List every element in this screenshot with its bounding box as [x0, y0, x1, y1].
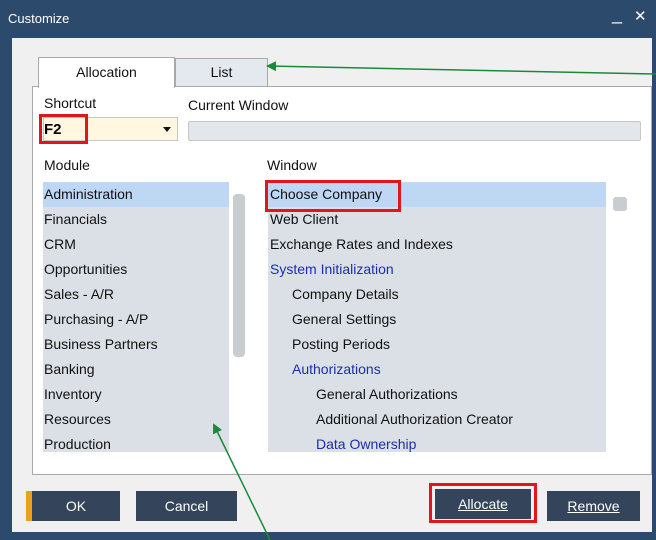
current-window-label: Current Window: [188, 97, 289, 113]
window-item-label: System Initialization: [270, 261, 394, 277]
dialog-client-area: Allocation List Shortcut Current Window …: [12, 38, 656, 532]
module-item[interactable]: Administration: [43, 182, 229, 207]
module-item-label: Production: [44, 436, 111, 452]
tab-allocation[interactable]: Allocation: [38, 57, 175, 88]
window-item[interactable]: Web Client: [268, 207, 606, 232]
window-item-label: Additional Authorization Creator: [316, 411, 513, 427]
window-item[interactable]: Additional Authorization Creator: [268, 407, 606, 432]
window-item[interactable]: System Initialization: [268, 257, 606, 282]
window-item-label: Posting Periods: [292, 336, 391, 352]
allocation-panel: Shortcut Current Window F2 Module Window…: [32, 86, 652, 475]
window-list[interactable]: Choose Company Web Client Exchange Rates…: [268, 182, 606, 452]
window-item[interactable]: Authorizations: [268, 357, 606, 382]
window-item[interactable]: Exchange Rates and Indexes: [268, 232, 606, 257]
current-window-field: [188, 121, 641, 141]
title-bar[interactable]: Customize _ ✕: [0, 0, 656, 38]
chevron-down-icon: [163, 127, 171, 132]
module-item-label: Sales - A/R: [44, 286, 115, 302]
module-item-label: Banking: [44, 361, 95, 377]
module-item[interactable]: Production: [43, 432, 229, 452]
shortcut-value: F2: [44, 121, 62, 138]
module-item-label: Purchasing - A/P: [44, 311, 149, 327]
tab-list-label: List: [210, 64, 233, 80]
module-item[interactable]: Financials: [43, 207, 229, 232]
module-item-label: Opportunities: [44, 261, 128, 277]
close-icon[interactable]: ✕: [634, 7, 647, 25]
module-scrollbar-thumb[interactable]: [233, 194, 245, 357]
window-item[interactable]: Company Details: [268, 282, 606, 307]
module-item-label: Business Partners: [44, 336, 158, 352]
tab-list[interactable]: List: [175, 58, 268, 86]
window-item[interactable]: Data Ownership: [268, 432, 606, 452]
window-title: Customize: [8, 11, 70, 26]
module-item-label: Resources: [44, 411, 111, 427]
remove-button-label: Remove: [567, 498, 620, 514]
ok-button[interactable]: OK: [32, 491, 120, 521]
module-item[interactable]: Banking: [43, 357, 229, 382]
window-item-label: Authorizations: [292, 361, 381, 377]
module-header: Module: [44, 157, 90, 173]
module-item[interactable]: Resources: [43, 407, 229, 432]
module-item[interactable]: CRM: [43, 232, 229, 257]
module-item[interactable]: Inventory: [43, 382, 229, 407]
allocate-button[interactable]: Allocate: [435, 489, 531, 519]
module-item-label: Administration: [44, 186, 133, 202]
tab-allocation-label: Allocation: [76, 64, 137, 80]
module-item-label: Inventory: [44, 386, 102, 402]
window-item-label: Data Ownership: [316, 436, 417, 452]
module-item-label: Financials: [44, 211, 108, 227]
window-right-border: [652, 38, 656, 532]
window-header: Window: [267, 157, 317, 173]
module-item-label: CRM: [44, 236, 76, 252]
module-item[interactable]: Business Partners: [43, 332, 229, 357]
module-item[interactable]: Purchasing - A/P: [43, 307, 229, 332]
module-list[interactable]: Administration Financials CRM Opportunit…: [43, 182, 245, 452]
window-item-label: Web Client: [270, 211, 339, 227]
shortcut-label: Shortcut: [44, 95, 97, 111]
window-scrollbar-thumb[interactable]: [613, 197, 627, 211]
window-bottom-border: [0, 532, 656, 540]
window-item-label: General Authorizations: [316, 386, 458, 402]
window-item-label: Exchange Rates and Indexes: [270, 236, 453, 252]
window-item-label: General Settings: [292, 311, 397, 327]
window-item[interactable]: General Settings: [268, 307, 606, 332]
customize-dialog: Customize _ ✕ Allocation List Shortcut C…: [0, 0, 656, 540]
shortcut-select[interactable]: F2: [43, 117, 178, 141]
cancel-button[interactable]: Cancel: [136, 491, 237, 521]
module-item[interactable]: Sales - A/R: [43, 282, 229, 307]
remove-button[interactable]: Remove: [547, 491, 640, 521]
minimize-icon[interactable]: _: [612, 4, 622, 25]
module-item[interactable]: Opportunities: [43, 257, 229, 282]
window-item[interactable]: General Authorizations: [268, 382, 606, 407]
window-item-label: Company Details: [292, 286, 399, 302]
window-item-label: Choose Company: [270, 186, 383, 202]
window-item[interactable]: Choose Company: [268, 182, 606, 207]
allocate-button-label: Allocate: [458, 496, 508, 512]
window-item[interactable]: Posting Periods: [268, 332, 606, 357]
